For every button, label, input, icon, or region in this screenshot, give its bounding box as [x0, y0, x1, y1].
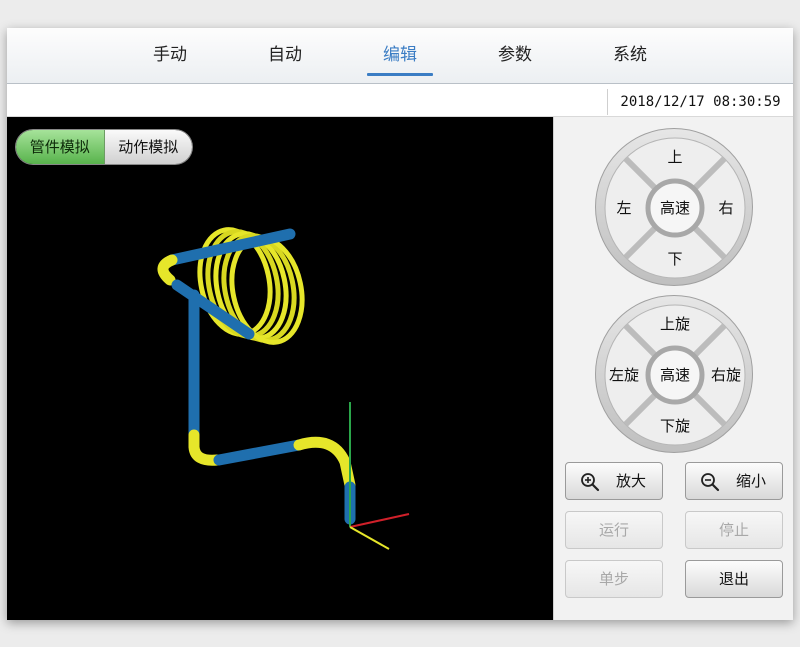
zoom-out-icon — [701, 473, 720, 492]
axis-z — [349, 526, 390, 550]
pipe-model-render — [157, 227, 410, 550]
step-button[interactable]: 单步 — [565, 560, 663, 598]
mode-switch: 管件模拟 动作模拟 — [16, 130, 192, 164]
rotate-down-button[interactable]: 下旋 — [650, 415, 700, 437]
zoom-out-label: 缩小 — [735, 472, 766, 490]
tab-manual[interactable]: 手动 — [135, 40, 205, 76]
pan-left-button[interactable]: 左 — [599, 197, 649, 219]
tab-auto[interactable]: 自动 — [250, 40, 320, 76]
pan-up-button[interactable]: 上 — [650, 146, 700, 168]
stop-button[interactable]: 停止 — [685, 511, 783, 549]
rotate-right-button[interactable]: 右旋 — [701, 364, 751, 386]
rotate-fast-button[interactable]: 高速 — [650, 364, 700, 386]
pipe-path — [157, 228, 356, 525]
top-nav: 手动 自动 编辑 参数 系统 — [7, 28, 793, 84]
mode-motion-sim[interactable]: 动作模拟 — [104, 130, 192, 164]
simulation-viewport[interactable]: 管件模拟 动作模拟 — [7, 117, 553, 620]
control-panel: 上 下 左 右 高速 上旋 下旋 左旋 右旋 高速 放大 缩小 运行 停止 单步… — [553, 117, 793, 620]
rotate-left-button[interactable]: 左旋 — [599, 364, 649, 386]
status-bar: 2018/12/17 08:30:59 — [7, 85, 793, 117]
rotate-pad[interactable]: 上旋 下旋 左旋 右旋 高速 — [595, 295, 753, 453]
pan-fast-button[interactable]: 高速 — [650, 197, 700, 219]
zoom-in-icon — [581, 473, 600, 492]
exit-button[interactable]: 退出 — [685, 560, 783, 598]
pipe-bend — [293, 436, 356, 491]
zoom-out-button[interactable]: 缩小 — [685, 462, 783, 500]
axis-gizmo — [349, 402, 410, 550]
zoom-in-label: 放大 — [615, 472, 646, 490]
pan-pad[interactable]: 上 下 左 右 高速 — [595, 128, 753, 286]
mode-pipe-sim[interactable]: 管件模拟 — [16, 130, 105, 164]
pipe-segment — [213, 439, 305, 466]
tab-edit[interactable]: 编辑 — [365, 40, 435, 76]
pipe-bend — [157, 254, 178, 286]
tab-params[interactable]: 参数 — [480, 40, 550, 76]
zoom-in-button[interactable]: 放大 — [565, 462, 663, 500]
datetime-display: 2018/12/17 08:30:59 — [607, 89, 793, 115]
pipe-bend — [188, 429, 223, 466]
rotate-up-button[interactable]: 上旋 — [650, 313, 700, 335]
pan-right-button[interactable]: 右 — [701, 197, 751, 219]
run-button[interactable]: 运行 — [565, 511, 663, 549]
axis-x — [349, 513, 410, 528]
tab-system[interactable]: 系统 — [595, 40, 665, 76]
app-window: 手动 自动 编辑 参数 系统 2018/12/17 08:30:59 管件模拟 … — [7, 28, 793, 620]
pan-down-button[interactable]: 下 — [650, 248, 700, 270]
